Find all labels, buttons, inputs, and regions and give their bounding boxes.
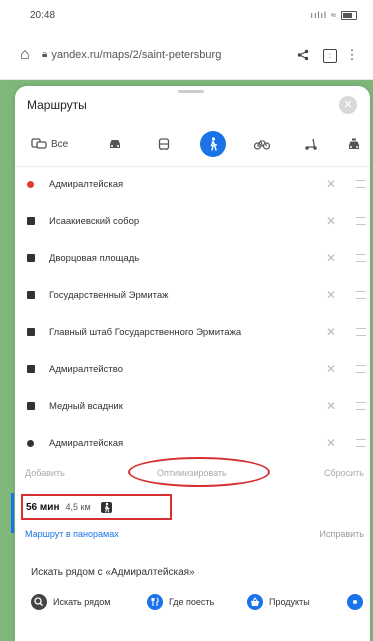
route-duration: 56 мин (26, 501, 60, 513)
chip-label: Искать рядом (53, 597, 111, 607)
waypoint-icon (27, 402, 35, 410)
route-stop[interactable]: Главный штаб Государственного Эрмитажа ✕ (15, 314, 370, 350)
chip-where-to-eat[interactable]: Где поесть (147, 590, 214, 614)
nearby-chips: Искать рядом Где поесть Продукты (15, 590, 370, 614)
route-links: Маршрут в панорамах Исправить (15, 529, 370, 543)
fork-knife-icon (147, 594, 163, 610)
drag-handle-icon[interactable] (356, 217, 366, 225)
reset-button[interactable]: Сбросить (324, 468, 364, 478)
mode-pedestrian[interactable] (200, 131, 226, 157)
remove-stop-icon[interactable]: ✕ (326, 288, 336, 302)
lock-icon: 🔒︎ (42, 49, 48, 60)
selected-route-accent (11, 493, 14, 533)
chip-more[interactable] (347, 590, 369, 614)
remove-stop-icon[interactable]: ✕ (326, 325, 336, 339)
remove-stop-icon[interactable]: ✕ (326, 177, 336, 191)
stop-name: Медный всадник (49, 400, 123, 412)
route-stop[interactable]: Адмиралтейская ✕ (15, 425, 370, 461)
status-icons: ıılıl ≈ (311, 10, 357, 20)
end-point-icon (27, 439, 34, 447)
mode-public-transport[interactable] (153, 131, 175, 157)
drag-handle-icon[interactable] (356, 291, 366, 299)
remove-stop-icon[interactable]: ✕ (326, 214, 336, 228)
chip-label: Где поесть (169, 597, 215, 607)
route-summary[interactable]: 56 мин 4,5 км (21, 494, 172, 520)
route-distance: 4,5 км (65, 502, 91, 512)
nearby-search-title: Искать рядом с «Адмиралтейская» (31, 567, 195, 578)
url-field[interactable]: yandex.ru/maps/2/saint-petersburg (51, 49, 297, 61)
waypoint-icon (27, 365, 35, 373)
drag-handle-icon[interactable] (356, 180, 366, 188)
wifi-icon: ≈ (331, 10, 337, 20)
bicycle-icon (254, 139, 270, 150)
tab-switcher-icon[interactable]: : (319, 46, 341, 63)
car-icon (108, 138, 122, 150)
signal-icon: ıılıl (310, 10, 328, 20)
annotation-ellipse (128, 457, 270, 487)
bus-icon (158, 137, 170, 151)
stop-name: Главный штаб Государственного Эрмитажа (49, 326, 242, 338)
mode-all-label: Все (51, 138, 69, 150)
drag-handle-icon[interactable] (356, 365, 366, 373)
start-point-icon (27, 180, 34, 188)
share-icon[interactable] (297, 49, 319, 61)
drag-handle-icon[interactable] (356, 254, 366, 262)
panel-title: Маршруты (27, 98, 87, 112)
add-stop-button[interactable]: Добавить (25, 468, 65, 478)
stop-name: Адмиралтейская (49, 178, 124, 190)
route-stop[interactable]: Адмиралтейская ✕ (15, 166, 370, 202)
waypoint-icon (27, 217, 35, 225)
stop-name: Исаакиевский собор (49, 215, 140, 227)
waypoint-icon (27, 254, 35, 262)
all-modes-icon (31, 138, 47, 150)
route-stop[interactable]: Медный всадник ✕ (15, 388, 370, 424)
status-time: 20:48 (30, 9, 56, 21)
remove-stop-icon[interactable]: ✕ (326, 436, 336, 450)
more-categories-icon (347, 594, 363, 610)
browser-url-bar: ⌂ 🔒︎ yandex.ru/maps/2/saint-petersburg :… (0, 30, 373, 80)
fix-route-link[interactable]: Исправить (320, 529, 364, 539)
routes-panel: Маршруты ✕ Все Адмиралтейская ✕ Исаакиев… (11, 86, 370, 641)
route-stop[interactable]: Исаакиевский собор ✕ (15, 203, 370, 239)
more-menu-icon[interactable]: ⋮ (341, 47, 363, 63)
basket-icon (247, 594, 263, 610)
remove-stop-icon[interactable]: ✕ (326, 251, 336, 265)
mode-taxi[interactable] (343, 131, 365, 157)
taxi-icon (347, 138, 361, 151)
chip-label: Продукты (269, 597, 310, 607)
waypoint-icon (27, 291, 35, 299)
mode-car[interactable] (104, 131, 126, 157)
drag-handle-icon[interactable] (356, 402, 366, 410)
waypoint-icon (27, 328, 35, 336)
transport-mode-bar: Все (15, 131, 370, 157)
remove-stop-icon[interactable]: ✕ (326, 399, 336, 413)
chip-search-nearby[interactable]: Искать рядом (31, 590, 110, 614)
battery-icon (341, 10, 357, 20)
remove-stop-icon[interactable]: ✕ (326, 362, 336, 376)
pedestrian-icon (208, 137, 218, 151)
stop-name: Государственный Эрмитаж (49, 289, 169, 301)
search-icon (31, 594, 47, 610)
mode-scooter[interactable] (300, 131, 322, 157)
chip-groceries[interactable]: Продукты (247, 590, 310, 614)
status-bar: 20:48 ıılıl ≈ (0, 0, 373, 30)
stop-name: Адмиралтейская (49, 437, 124, 449)
route-stop[interactable]: Адмиралтейство ✕ (15, 351, 370, 387)
route-stop[interactable]: Государственный Эрмитаж ✕ (15, 277, 370, 313)
home-icon[interactable]: ⌂ (20, 46, 42, 64)
drag-handle-icon[interactable] (356, 328, 366, 336)
pedestrian-icon (100, 501, 112, 513)
close-button[interactable]: ✕ (339, 96, 357, 114)
stop-name: Адмиралтейство (49, 363, 123, 375)
mode-all[interactable]: Все (31, 131, 68, 157)
drag-handle-icon[interactable] (356, 439, 366, 447)
panel-grabber[interactable] (178, 90, 204, 93)
mode-bicycle[interactable] (251, 131, 273, 157)
scooter-icon (304, 138, 318, 151)
route-stop[interactable]: Дворцовая площадь ✕ (15, 240, 370, 276)
stop-name: Дворцовая площадь (49, 252, 140, 264)
panorama-route-link[interactable]: Маршрут в панорамах (25, 529, 119, 539)
